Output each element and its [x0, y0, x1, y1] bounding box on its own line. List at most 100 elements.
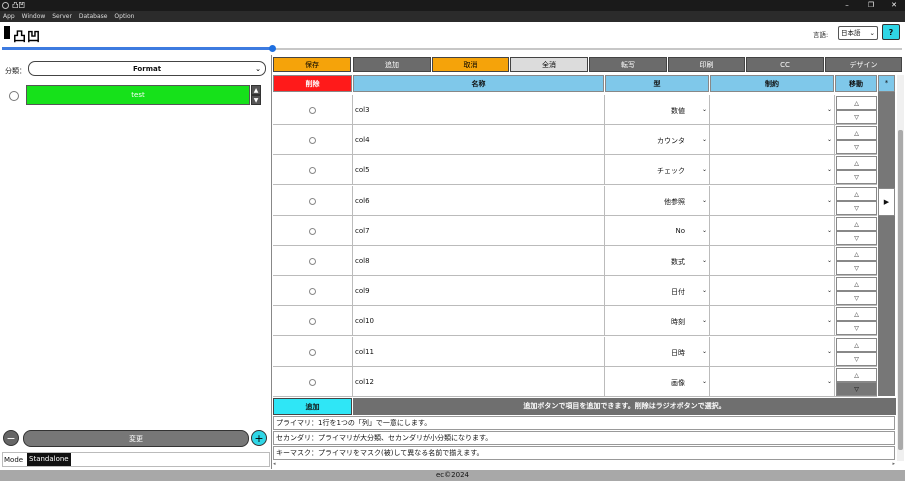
- move-up-button[interactable]: △: [836, 338, 877, 352]
- category-select[interactable]: Format ⌄: [28, 61, 266, 76]
- close-icon[interactable]: ✕: [883, 0, 905, 11]
- toolbar-transfer-button[interactable]: 転写: [589, 57, 667, 72]
- language-select[interactable]: 日本語 ⌄: [838, 26, 878, 40]
- name-cell[interactable]: col6: [353, 186, 605, 216]
- menu-window[interactable]: Window: [22, 11, 46, 22]
- type-select[interactable]: 画像 ⌄: [605, 367, 710, 397]
- move-down-button[interactable]: ▽: [836, 231, 877, 245]
- toolbar-print-button[interactable]: 印刷: [668, 57, 745, 72]
- menu-server[interactable]: Server: [52, 11, 72, 22]
- constraint-select[interactable]: ⌄: [710, 306, 835, 336]
- type-value: 数値: [671, 107, 685, 115]
- panel-divider[interactable]: [271, 55, 272, 469]
- move-up-button[interactable]: △: [836, 307, 877, 321]
- move-down-button[interactable]: ▽: [836, 110, 877, 124]
- toolbar-save-button[interactable]: 保存: [273, 57, 351, 72]
- delete-radio[interactable]: [309, 137, 316, 144]
- move-down-button[interactable]: ▽: [836, 261, 877, 275]
- minimize-icon[interactable]: –: [836, 0, 858, 11]
- type-select[interactable]: 日付 ⌄: [605, 276, 710, 306]
- move-up-button[interactable]: △: [836, 126, 877, 140]
- scroll-left-icon[interactable]: ◂: [273, 461, 276, 467]
- add-item-button[interactable]: +: [251, 430, 267, 446]
- constraint-select[interactable]: ⌄: [710, 276, 835, 306]
- item-radio[interactable]: [9, 91, 19, 101]
- move-down-button[interactable]: ▽: [836, 140, 877, 154]
- name-cell[interactable]: col3: [353, 95, 605, 125]
- name-cell[interactable]: col4: [353, 125, 605, 155]
- horizontal-scrollbar[interactable]: ◂ ▸: [273, 461, 895, 468]
- delete-radio[interactable]: [309, 349, 316, 356]
- constraint-select[interactable]: ⌄: [710, 337, 835, 367]
- constraint-select[interactable]: ⌄: [710, 216, 835, 246]
- move-down-button[interactable]: ▽: [836, 201, 877, 215]
- title-bar: 凸凹 – ❐ ✕: [0, 0, 905, 11]
- delete-radio[interactable]: [309, 228, 316, 235]
- type-select[interactable]: No ⌄: [605, 216, 710, 246]
- remove-button[interactable]: −: [3, 430, 19, 446]
- move-down-button[interactable]: ▽: [836, 352, 877, 366]
- delete-radio[interactable]: [309, 258, 316, 265]
- name-cell[interactable]: col10: [353, 306, 605, 336]
- constraint-select[interactable]: ⌄: [710, 186, 835, 216]
- constraint-select[interactable]: ⌄: [710, 246, 835, 276]
- chevron-down-icon: ⌄: [701, 287, 707, 294]
- logo-mark-icon: [4, 26, 10, 39]
- move-up-button[interactable]: △: [836, 217, 877, 231]
- item-up-arrow-icon[interactable]: ▲: [251, 85, 261, 95]
- delete-radio[interactable]: [309, 379, 316, 386]
- name-cell[interactable]: col12: [353, 367, 605, 397]
- menu-option[interactable]: Option: [114, 11, 134, 22]
- type-select[interactable]: チェック ⌄: [605, 155, 710, 185]
- toolbar-cancel-button[interactable]: 取消: [432, 57, 509, 72]
- scroll-right-icon[interactable]: ▸: [892, 461, 895, 467]
- delete-radio[interactable]: [309, 288, 316, 295]
- expand-arrow-icon[interactable]: ▶: [878, 188, 895, 216]
- toolbar-clear-all-button[interactable]: 全消: [510, 57, 588, 72]
- type-select[interactable]: 数式 ⌄: [605, 246, 710, 276]
- delete-radio[interactable]: [309, 107, 316, 114]
- item-down-arrow-icon[interactable]: ▼: [251, 95, 261, 105]
- menu-database[interactable]: Database: [79, 11, 108, 22]
- list-item[interactable]: test: [26, 85, 250, 105]
- toolbar-add-button[interactable]: 追加: [353, 57, 431, 72]
- vertical-scrollbar-thumb[interactable]: [898, 130, 903, 450]
- help-button[interactable]: ?: [882, 24, 900, 40]
- type-select[interactable]: カウンタ ⌄: [605, 125, 710, 155]
- add-column-button[interactable]: 追加: [273, 398, 352, 415]
- name-cell[interactable]: col11: [353, 337, 605, 367]
- toolbar-design-button[interactable]: デザイン: [825, 57, 902, 72]
- constraint-select[interactable]: ⌄: [710, 367, 835, 397]
- move-up-button[interactable]: △: [836, 96, 877, 110]
- type-value: チェック: [657, 167, 685, 175]
- delete-radio[interactable]: [309, 167, 316, 174]
- name-cell[interactable]: col8: [353, 246, 605, 276]
- move-up-button[interactable]: △: [836, 368, 877, 382]
- move-down-button[interactable]: ▽: [836, 321, 877, 335]
- constraint-select[interactable]: ⌄: [710, 155, 835, 185]
- move-up-button[interactable]: △: [836, 156, 877, 170]
- type-select[interactable]: 数値 ⌄: [605, 95, 710, 125]
- name-cell[interactable]: col7: [353, 216, 605, 246]
- name-cell[interactable]: col5: [353, 155, 605, 185]
- type-select[interactable]: 日時 ⌄: [605, 337, 710, 367]
- move-up-button[interactable]: △: [836, 187, 877, 201]
- type-select[interactable]: 時刻 ⌄: [605, 306, 710, 336]
- header-type: 型: [605, 75, 709, 92]
- move-down-button[interactable]: ▽: [836, 382, 877, 396]
- toolbar-cc-button[interactable]: CC: [746, 57, 824, 72]
- progress-slider-thumb[interactable]: [269, 45, 276, 52]
- move-down-button[interactable]: ▽: [836, 291, 877, 305]
- constraint-select[interactable]: ⌄: [710, 125, 835, 155]
- delete-radio[interactable]: [309, 198, 316, 205]
- constraint-select[interactable]: ⌄: [710, 95, 835, 125]
- delete-radio[interactable]: [309, 318, 316, 325]
- change-button[interactable]: 変更: [23, 430, 249, 447]
- menu-app[interactable]: App: [3, 11, 15, 22]
- name-cell[interactable]: col9: [353, 276, 605, 306]
- type-select[interactable]: 他参照 ⌄: [605, 186, 710, 216]
- move-up-button[interactable]: △: [836, 247, 877, 261]
- maximize-icon[interactable]: ❐: [860, 0, 882, 11]
- move-down-button[interactable]: ▽: [836, 170, 877, 184]
- move-up-button[interactable]: △: [836, 277, 877, 291]
